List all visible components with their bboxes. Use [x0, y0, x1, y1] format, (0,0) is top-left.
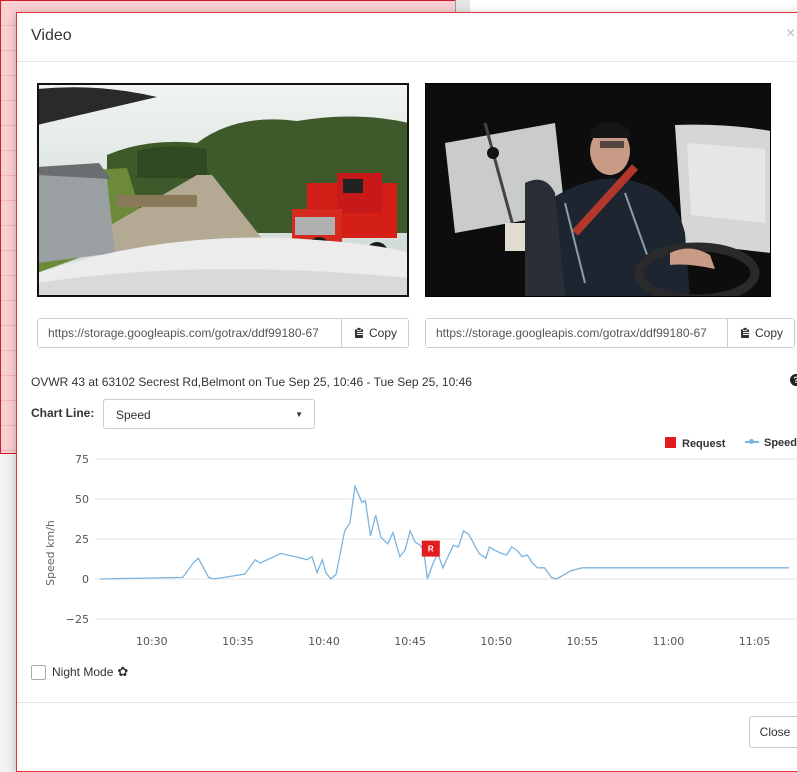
y-tick-label: 75: [75, 453, 89, 466]
y-tick-label: −25: [66, 613, 89, 626]
speed-chart: Speed km/h 75 50 25 0 −25 10:30 10:35 10:40 10:…: [44, 453, 797, 648]
y-tick-label: 0: [82, 573, 89, 586]
x-tick-label: 11:05: [739, 635, 771, 648]
x-tick-label: 10:40: [308, 635, 340, 648]
driver-video-frame: [425, 83, 771, 297]
driver-video-url-input[interactable]: [426, 319, 727, 347]
y-axis-label: Speed km/h: [44, 520, 57, 586]
close-button[interactable]: Close: [749, 716, 797, 748]
night-mode-checkbox[interactable]: [31, 664, 46, 680]
copy-label: Copy: [368, 326, 397, 340]
x-tick-label: 10:35: [222, 635, 254, 648]
close-icon[interactable]: ×: [786, 25, 795, 43]
chart-line-select[interactable]: Speed ▼: [103, 399, 315, 429]
copy-road-url-button[interactable]: Copy: [341, 319, 408, 347]
driver-camera-video[interactable]: [425, 83, 771, 297]
road-video-url-group: Copy: [37, 318, 409, 348]
clipboard-icon: [740, 327, 749, 338]
y-tick-label: 50: [75, 493, 89, 506]
copy-label: Copy: [754, 326, 783, 340]
road-camera-video[interactable]: [37, 83, 409, 297]
modal-title: Video: [31, 27, 72, 44]
speed-series-line: [100, 483, 789, 580]
trip-info-text: OVWR 43 at 63102 Secrest Rd,Belmont on T…: [31, 375, 472, 389]
y-tick-label: 25: [75, 533, 89, 546]
night-mode-toggle[interactable]: Night Mode ✿: [31, 664, 128, 680]
copy-driver-url-button[interactable]: Copy: [727, 319, 794, 347]
x-tick-label: 10:50: [480, 635, 512, 648]
gear-icon[interactable]: ✿: [117, 664, 128, 680]
clipboard-icon: [354, 327, 363, 338]
video-modal: Video × https://storage.googleapis.com/g…: [16, 12, 797, 772]
chart-line-selected: Speed: [116, 408, 151, 422]
x-tick-label: 10:55: [566, 635, 598, 648]
x-tick-label: 10:30: [136, 635, 168, 648]
night-mode-label: Night Mode: [52, 665, 114, 679]
road-video-url-input[interactable]: [38, 319, 341, 347]
modal-header: Video ×: [17, 13, 797, 62]
x-tick-label: 10:45: [394, 635, 426, 648]
driver-video-url-group: Copy: [425, 318, 795, 348]
modal-footer: [17, 702, 797, 703]
info-circle-icon[interactable]: ?: [790, 374, 797, 386]
x-tick-label: 11:00: [653, 635, 685, 648]
legend-swatch-speed: [745, 439, 759, 444]
road-video-frame: [37, 83, 409, 297]
caret-down-icon: ▼: [295, 410, 303, 419]
request-marker-label: R: [428, 545, 434, 554]
chart-line-label: Chart Line:: [31, 406, 95, 420]
